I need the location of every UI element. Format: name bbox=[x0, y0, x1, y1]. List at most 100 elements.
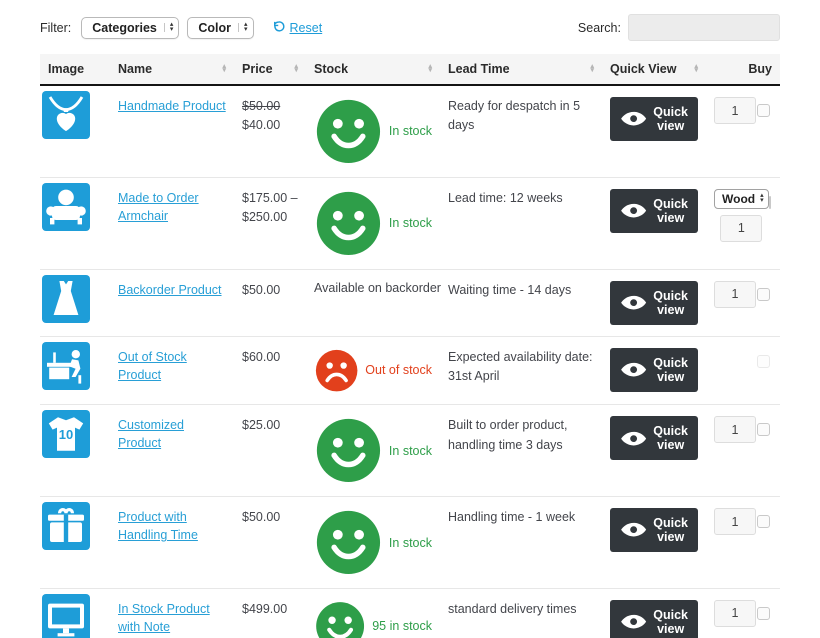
reset-filters-link[interactable]: Reset bbox=[272, 20, 323, 36]
column-header[interactable]: Lead Time ▴▾ bbox=[440, 54, 602, 85]
product-row: Handmade Product $50.00 $40.00 In stock … bbox=[40, 85, 780, 177]
product-image-icon: 10 bbox=[42, 410, 90, 458]
lead-time: Lead time: 12 weeks bbox=[440, 177, 602, 269]
product-image-icon bbox=[42, 594, 90, 638]
product-image[interactable] bbox=[42, 275, 90, 323]
product-name-link[interactable]: In Stock Product with Note bbox=[118, 602, 210, 634]
quick-view-button[interactable]: Quick view bbox=[610, 281, 698, 325]
stock-status-icon bbox=[314, 508, 383, 577]
stock-label: Out of stock bbox=[365, 363, 432, 377]
stock-status-icon bbox=[314, 416, 383, 485]
product-row: Out of Stock Product $60.00 Out of stock… bbox=[40, 336, 780, 404]
lead-time: Built to order product, handling time 3 … bbox=[440, 405, 602, 497]
product-row: Product with Handling Time $50.00 In sto… bbox=[40, 497, 780, 589]
price: $60.00 bbox=[242, 348, 298, 367]
lead-time: Handling time - 1 week bbox=[440, 497, 602, 589]
product-table: Image Name ▴▾ Price ▴▾ Stock ▴▾ Lead Tim… bbox=[40, 54, 780, 638]
product-image[interactable] bbox=[42, 91, 90, 139]
column-header[interactable]: Price ▴▾ bbox=[234, 54, 306, 85]
product-image[interactable] bbox=[42, 594, 90, 638]
stock-status-icon bbox=[314, 189, 383, 258]
quantity-input[interactable] bbox=[714, 416, 756, 443]
quick-view-button[interactable]: Quick view bbox=[610, 600, 698, 638]
product-name-link[interactable]: Backorder Product bbox=[118, 283, 222, 297]
select-product-checkbox[interactable] bbox=[757, 104, 770, 117]
color-filter-select[interactable]: Color ▴▾ bbox=[187, 17, 253, 39]
price: $499.00 bbox=[242, 600, 298, 619]
quantity-input[interactable] bbox=[714, 97, 756, 124]
quantity-input[interactable] bbox=[714, 281, 756, 308]
select-arrows-icon: ▴▾ bbox=[755, 194, 764, 203]
eye-icon bbox=[620, 289, 647, 316]
quick-view-button[interactable]: Quick view bbox=[610, 416, 698, 460]
reset-label: Reset bbox=[290, 21, 323, 35]
lead-time: Expected availability date: 31st April bbox=[440, 336, 602, 404]
eye-icon bbox=[620, 516, 647, 543]
stock-status-icon bbox=[314, 348, 359, 393]
column-header[interactable]: Buy bbox=[706, 54, 780, 85]
select-product-checkbox[interactable] bbox=[757, 355, 770, 368]
quick-view-button[interactable]: Quick view bbox=[610, 189, 698, 233]
column-header[interactable]: Image bbox=[40, 54, 110, 85]
svg-text:10: 10 bbox=[59, 427, 73, 442]
select-arrows-icon: ▴▾ bbox=[238, 23, 248, 32]
quick-view-button[interactable]: Quick view bbox=[610, 508, 698, 552]
categories-filter-select[interactable]: Categories ▴▾ bbox=[81, 17, 179, 39]
stock-label: In stock bbox=[389, 124, 432, 138]
stock-label: 95 in stock bbox=[372, 619, 432, 633]
toolbar: Filter: Categories ▴▾ Color ▴▾ Reset Sea… bbox=[40, 14, 780, 41]
select-product-checkbox[interactable] bbox=[757, 515, 770, 528]
lead-time: Waiting time - 14 days bbox=[440, 269, 602, 336]
search-input[interactable] bbox=[628, 14, 780, 41]
price: $25.00 bbox=[242, 416, 298, 435]
product-table-page: Filter: Categories ▴▾ Color ▴▾ Reset Sea… bbox=[0, 0, 820, 638]
quick-view-button[interactable]: Quick view bbox=[610, 97, 698, 141]
eye-icon bbox=[620, 356, 647, 383]
stock-label: In stock bbox=[389, 216, 432, 230]
price: $40.00 bbox=[242, 116, 298, 135]
product-image-icon bbox=[42, 91, 90, 139]
column-header[interactable]: Stock ▴▾ bbox=[306, 54, 440, 85]
sort-icon[interactable]: ▴▾ bbox=[590, 65, 594, 74]
quick-view-button[interactable]: Quick view bbox=[610, 348, 698, 392]
stock-label: In stock bbox=[389, 536, 432, 550]
product-row: 10 Customized Product $25.00 In stock Bu… bbox=[40, 405, 780, 497]
product-image[interactable] bbox=[42, 183, 90, 231]
price: $50.00 bbox=[242, 508, 298, 527]
product-name-link[interactable]: Product with Handling Time bbox=[118, 510, 198, 542]
select-product-checkbox[interactable] bbox=[757, 607, 770, 620]
quantity-input[interactable] bbox=[714, 600, 756, 627]
column-header[interactable]: Name ▴▾ bbox=[110, 54, 234, 85]
eye-icon bbox=[620, 425, 647, 452]
product-image[interactable] bbox=[42, 342, 90, 390]
product-name-link[interactable]: Customized Product bbox=[118, 418, 184, 450]
product-image[interactable]: 10 bbox=[42, 410, 90, 458]
product-image[interactable] bbox=[42, 502, 90, 550]
sort-icon[interactable]: ▴▾ bbox=[694, 65, 698, 74]
sort-icon[interactable]: ▴▾ bbox=[294, 65, 298, 74]
quantity-input[interactable] bbox=[720, 215, 762, 242]
variation-select[interactable]: Wood ▴▾ bbox=[714, 189, 769, 209]
product-image-icon bbox=[42, 502, 90, 550]
price-old: $50.00 bbox=[242, 97, 298, 116]
search-label: Search: bbox=[578, 21, 621, 35]
column-header[interactable]: Quick View ▴▾ bbox=[602, 54, 706, 85]
categories-filter-label: Categories bbox=[92, 21, 157, 35]
price: $175.00 – $250.00 bbox=[242, 189, 298, 227]
stock-label: In stock bbox=[389, 444, 432, 458]
filter-label: Filter: bbox=[40, 21, 71, 35]
product-image-icon bbox=[42, 183, 90, 231]
select-product-checkbox[interactable] bbox=[757, 288, 770, 301]
product-name-link[interactable]: Made to Order Armchair bbox=[118, 191, 199, 223]
eye-icon bbox=[620, 105, 647, 132]
quantity-input[interactable] bbox=[714, 508, 756, 535]
sort-icon[interactable]: ▴▾ bbox=[222, 65, 226, 74]
product-image-icon bbox=[42, 342, 90, 390]
product-name-link[interactable]: Out of Stock Product bbox=[118, 350, 187, 382]
select-product-checkbox[interactable] bbox=[757, 423, 770, 436]
lead-time: Ready for despatch in 5 days bbox=[440, 85, 602, 177]
sort-icon[interactable]: ▴▾ bbox=[428, 65, 432, 74]
product-name-link[interactable]: Handmade Product bbox=[118, 99, 226, 113]
select-product-checkbox[interactable] bbox=[769, 196, 771, 209]
select-arrows-icon: ▴▾ bbox=[164, 23, 174, 32]
